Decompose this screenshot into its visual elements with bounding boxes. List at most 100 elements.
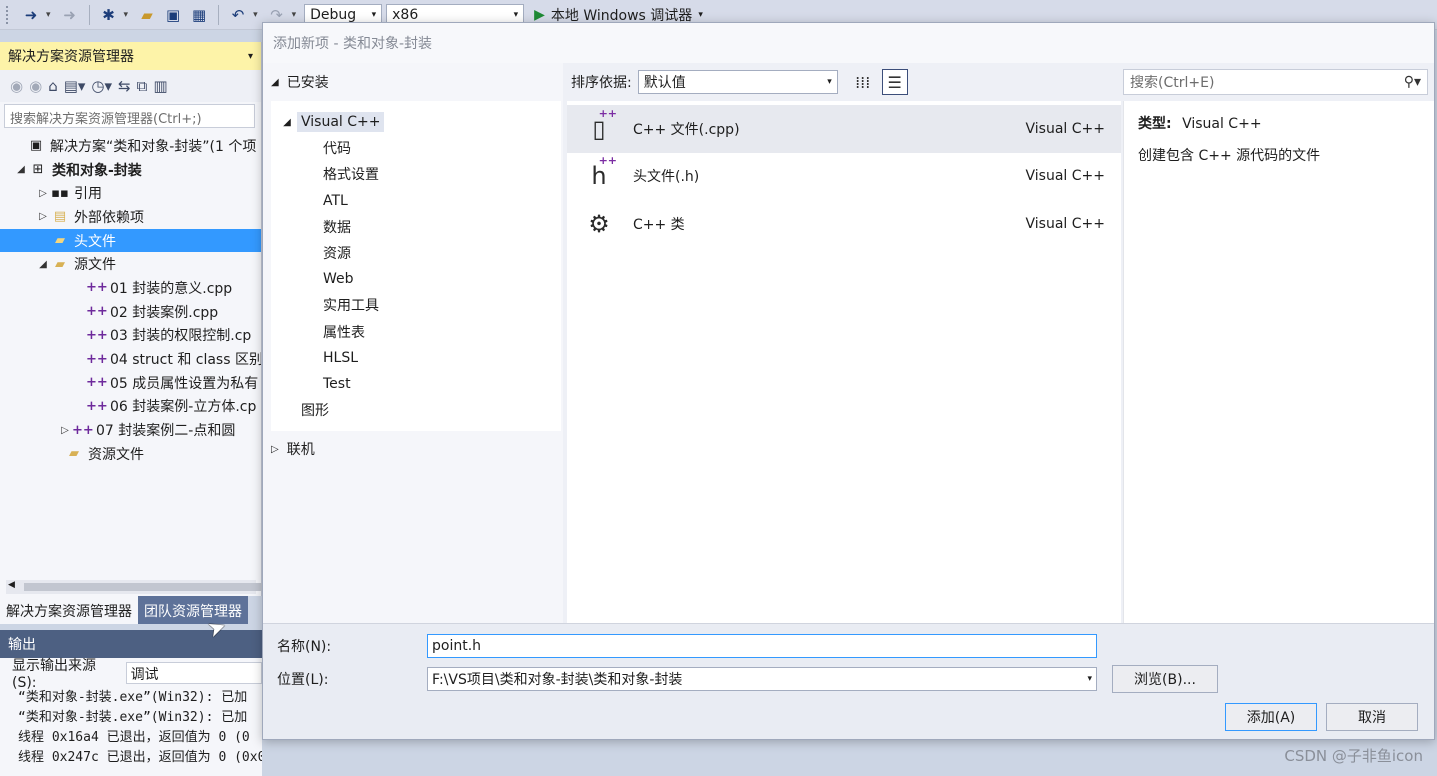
tab-team-explorer[interactable]: 团队资源管理器 <box>138 596 248 624</box>
category-item[interactable]: 格式设置 <box>271 161 561 187</box>
output-line: “类和对象-封装.exe”(Win32): 已加 <box>18 690 248 705</box>
pending-changes-icon[interactable]: ◷▾ <box>91 77 112 95</box>
cpp-file-icon: ++ <box>86 280 108 296</box>
list-view-button[interactable]: ☰ <box>881 69 908 95</box>
template-item-header-file[interactable]: h ++ 头文件(.h) Visual C++ <box>567 153 1121 201</box>
back-dropdown-icon[interactable]: ▾ <box>46 10 51 20</box>
tree-item-file[interactable]: ▷ ++ 07 封装案例二-点和圆 <box>0 418 261 442</box>
undo-icon[interactable]: ↶ <box>227 4 249 26</box>
location-label: 位置(L): <box>277 672 329 688</box>
redo-dropdown-icon[interactable]: ▾ <box>292 10 297 20</box>
back-icon[interactable]: ◉ <box>10 77 23 95</box>
toolbar-separator <box>88 4 90 25</box>
category-item[interactable]: Test <box>271 371 561 397</box>
expanded-arrow-icon[interactable]: ◢ <box>36 259 50 270</box>
collapsed-arrow-icon[interactable]: ▷ <box>58 425 72 436</box>
chevron-down-icon[interactable]: ▾ <box>248 51 253 62</box>
back-icon[interactable]: ➜ <box>20 4 42 26</box>
tree-item-file[interactable]: ++ 05 成员属性设置为私有 <box>0 371 261 395</box>
show-all-files-icon[interactable]: ▥ <box>153 77 167 95</box>
tree-item-source-files[interactable]: ◢ ▰ 源文件 <box>0 252 261 276</box>
tree-item-file[interactable]: ++ 04 struct 和 class 区别 <box>0 347 261 371</box>
template-item-cpp-class[interactable]: ⚙ C++ 类 Visual C++ <box>567 200 1121 248</box>
output-source-combo[interactable]: 调试 <box>125 662 262 684</box>
add-button[interactable]: 添加(A) <box>1225 703 1317 731</box>
tree-item-header-files[interactable]: ▰ 头文件 <box>0 228 261 253</box>
solution-search-input[interactable]: 搜索解决方案资源管理器(Ctrl+;) <box>4 104 255 128</box>
sort-combo[interactable]: 默认值 ▾ <box>637 70 838 94</box>
forward-icon[interactable]: ➜ <box>59 4 81 26</box>
category-item[interactable]: 资源 <box>271 240 561 266</box>
collapsed-arrow-icon[interactable]: ▷ <box>271 444 279 455</box>
horizontal-scrollbar[interactable]: ◀ <box>6 580 264 594</box>
cpp-file-icon: ++ <box>86 304 108 320</box>
scroll-left-icon[interactable]: ◀ <box>8 580 15 590</box>
category-item[interactable]: Web <box>271 266 561 292</box>
template-search-input[interactable]: 搜索(Ctrl+E) ⚲▾ <box>1123 69 1428 95</box>
collapse-all-icon[interactable]: ⧉ <box>137 77 148 95</box>
category-item-visual-cpp[interactable]: ◢ Visual C++ <box>271 109 561 135</box>
tree-item-resource-files[interactable]: ▰ 资源文件 <box>0 442 261 466</box>
save-icon[interactable]: ▣ <box>162 4 184 26</box>
open-icon[interactable]: ▰ <box>136 4 158 26</box>
sort-label: 排序依据: <box>571 75 632 91</box>
new-project-icon[interactable]: ✱ <box>98 4 120 26</box>
name-row: 名称(N): point.h <box>277 634 1097 658</box>
play-icon: ▶ <box>534 6 545 23</box>
tree-item-solution[interactable]: ▣ 解决方案“类和对象-封装”(1 个项 <box>0 134 261 158</box>
category-item[interactable]: HLSL <box>271 345 561 371</box>
toolbar-grip[interactable] <box>6 5 12 24</box>
undo-dropdown-icon[interactable]: ▾ <box>253 10 258 20</box>
cpp-file-icon: ++ <box>86 351 108 367</box>
browse-button[interactable]: 浏览(B)... <box>1112 665 1218 693</box>
cpp-file-template-icon: ▯ ++ <box>592 106 617 143</box>
collapsed-arrow-icon[interactable]: ▷ <box>36 188 50 199</box>
tree-item-external-deps[interactable]: ▷ ▤ 外部依赖项 <box>0 205 261 229</box>
new-project-dropdown-icon[interactable]: ▾ <box>124 10 129 20</box>
template-list: ▯ ++ C++ 文件(.cpp) Visual C++ h ++ 头文件(.h) … <box>567 101 1121 623</box>
tree-item-references[interactable]: ▷ ▪▪ 引用 <box>0 181 261 205</box>
expanded-arrow-icon[interactable]: ◢ <box>271 77 279 88</box>
search-placeholder: 搜索(Ctrl+E) <box>1130 75 1215 91</box>
tab-solution-explorer[interactable]: 解决方案资源管理器 <box>0 596 138 624</box>
switch-views-icon[interactable]: ▤▾ <box>64 77 86 95</box>
expanded-arrow-icon[interactable]: ◢ <box>277 117 297 128</box>
category-item[interactable]: 数据 <box>271 214 561 240</box>
tree-item-file[interactable]: ++ 01 封装的意义.cpp <box>0 276 261 300</box>
category-pane: ◢ 已安装 ◢ Visual C++ 代码 格式设置 ATL 数据 资源 Web… <box>263 63 563 623</box>
category-item[interactable]: 属性表 <box>271 319 561 345</box>
solution-icon: ▣ <box>29 138 43 154</box>
cpp-file-icon: ++ <box>86 327 108 343</box>
chevron-down-icon: ▾ <box>513 9 519 20</box>
tree-item-project[interactable]: ◢ ⊞ 类和对象-封装 <box>0 158 261 182</box>
folder-icon: ▰ <box>55 233 65 249</box>
forward-icon[interactable]: ◉ <box>29 77 42 95</box>
category-item[interactable]: 实用工具 <box>271 292 561 318</box>
output-text: “类和对象-封装.exe”(Win32): 已加 “类和对象-封装.exe”(W… <box>0 688 262 768</box>
category-item[interactable]: 代码 <box>271 135 561 161</box>
collapsed-arrow-icon[interactable]: ▷ <box>36 211 50 222</box>
cpp-file-icon: ++ <box>86 398 108 414</box>
category-item[interactable]: ATL <box>271 188 561 214</box>
chevron-down-icon[interactable]: ▾ <box>1087 674 1092 684</box>
template-item-cpp-file[interactable]: ▯ ++ C++ 文件(.cpp) Visual C++ <box>567 105 1121 153</box>
expanded-arrow-icon[interactable]: ◢ <box>14 164 28 175</box>
sync-icon[interactable]: ⇆ <box>118 77 131 95</box>
tree-item-file[interactable]: ++ 06 封装案例-立方体.cp <box>0 395 261 419</box>
cancel-button[interactable]: 取消 <box>1326 703 1418 731</box>
save-all-icon[interactable]: ▦ <box>188 4 210 26</box>
category-online[interactable]: ▷ 联机 <box>271 439 315 459</box>
category-item[interactable]: 图形 <box>271 397 561 423</box>
name-input[interactable]: point.h <box>427 634 1097 658</box>
scrollbar-thumb[interactable] <box>24 583 264 591</box>
references-icon: ▪▪ <box>51 185 69 201</box>
category-installed[interactable]: ◢ 已安装 <box>263 63 563 101</box>
small-icons-view-button[interactable]: ⁞⁞⁞ <box>850 69 876 95</box>
list-view-icon: ☰ <box>887 72 902 92</box>
tree-item-file[interactable]: ++ 02 封装案例.cpp <box>0 300 261 324</box>
home-icon[interactable]: ⌂ <box>48 77 58 95</box>
search-icon[interactable]: ⚲▾ <box>1404 74 1421 90</box>
tree-item-file[interactable]: ++ 03 封装的权限控制.cp <box>0 324 261 348</box>
location-combo[interactable]: F:\VS项目\类和对象-封装\类和对象-封装 ▾ <box>427 667 1097 691</box>
solution-explorer-panel: 解决方案资源管理器 ▾ ◉ ◉ ⌂ ▤▾ ◷▾ ⇆ ⧉ ▥ 搜索解决方案资源管理… <box>0 42 264 624</box>
